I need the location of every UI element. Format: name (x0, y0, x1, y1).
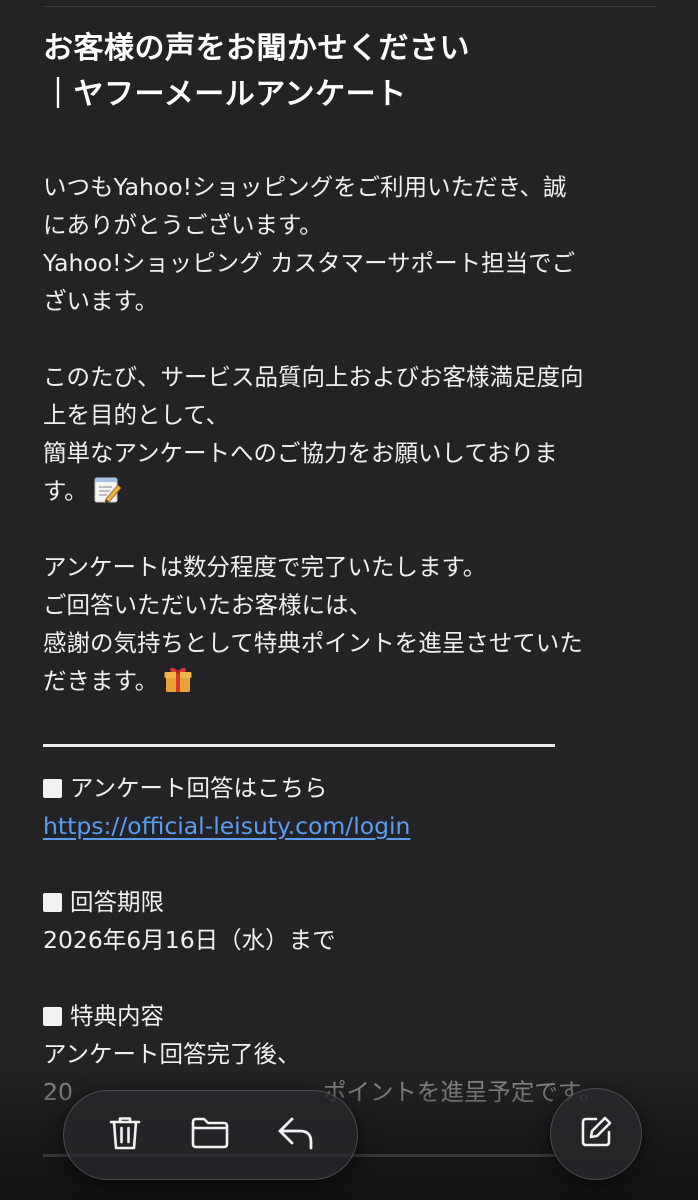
benefit-line-2-suffix: ポイントを進呈予定です。 (322, 1078, 603, 1106)
paragraph-line-with-emoji: す。 (43, 472, 655, 510)
gift-emoji-icon (162, 663, 194, 695)
paragraph-line: 感謝の気持ちとして特典ポイントを進呈させていた (43, 629, 583, 657)
deadline-value: 2026年6月16日（水）まで (43, 926, 336, 954)
delete-button[interactable] (97, 1107, 153, 1163)
paragraph-line: アンケートは数分程度で完了いたします。 (43, 553, 487, 581)
mail-action-toolbar (63, 1090, 358, 1180)
square-bullet-icon (43, 779, 62, 798)
paragraph-line: 上を目的として、 (43, 401, 230, 429)
reply-button[interactable] (268, 1107, 324, 1163)
paragraph-line: ご回答いただいたお客様には、 (43, 591, 372, 619)
survey-heading-text: アンケート回答はこちら (70, 774, 328, 802)
benefit-paragraph: アンケートは数分程度で完了いたします。 ご回答いただいたお客様には、 感謝の気持… (43, 548, 655, 700)
compose-button[interactable] (550, 1088, 642, 1180)
paragraph-line-with-emoji: だきます。 (43, 662, 655, 700)
square-bullet-icon (43, 1007, 62, 1026)
folder-icon (190, 1116, 230, 1154)
greeting-paragraph: いつもYahoo!ショッピングをご利用いただき、誠 にありがとうございます。 Y… (43, 168, 655, 320)
email-body: お客様の声をお聞かせください ｜ヤフーメールアンケート いつもYahoo!ショッ… (43, 26, 655, 1111)
move-to-folder-button[interactable] (182, 1107, 238, 1163)
square-bullet-icon (43, 893, 62, 912)
paragraph-line: 簡単なアンケートへのご協力をお願いしておりま (43, 439, 558, 467)
top-divider (43, 6, 655, 7)
benefit-line-2-prefix: 20 (43, 1078, 73, 1106)
survey-link-line: https://official-leisuty.com/login (43, 807, 655, 845)
title-line-1: お客様の声をお聞かせください (43, 31, 470, 66)
memo-emoji-icon (92, 475, 122, 505)
deadline-section: 回答期限 2026年6月16日（水）まで (43, 883, 655, 959)
survey-heading: アンケート回答はこちら (43, 769, 655, 807)
paragraph-text: す。 (43, 477, 88, 505)
survey-link[interactable]: https://official-leisuty.com/login (43, 812, 410, 840)
paragraph-text: だきます。 (43, 667, 159, 695)
deadline-heading: 回答期限 (43, 883, 655, 921)
section-divider (43, 744, 555, 747)
survey-section: アンケート回答はこちら https://official-leisuty.com… (43, 769, 655, 845)
benefit-line-1: アンケート回答完了後、 (43, 1040, 301, 1068)
benefit-heading-text: 特典内容 (70, 1002, 164, 1030)
paragraph-line: ざいます。 (43, 287, 159, 315)
compose-icon (578, 1114, 614, 1154)
benefit-heading: 特典内容 (43, 997, 655, 1035)
email-title: お客様の声をお聞かせください ｜ヤフーメールアンケート (43, 26, 655, 118)
paragraph-line: このたび、サービス品質向上およびお客様満足度向 (43, 363, 584, 391)
request-paragraph: このたび、サービス品質向上およびお客様満足度向 上を目的として、 簡単なアンケー… (43, 358, 655, 510)
deadline-heading-text: 回答期限 (70, 888, 164, 916)
paragraph-line: いつもYahoo!ショッピングをご利用いただき、誠 (43, 173, 567, 201)
paragraph-line: Yahoo!ショッピング カスタマーサポート担当でご (43, 249, 576, 277)
reply-icon (276, 1115, 316, 1155)
title-line-2: ｜ヤフーメールアンケート (43, 77, 407, 112)
paragraph-line: にありがとうございます。 (43, 211, 323, 239)
trash-icon (107, 1114, 143, 1156)
